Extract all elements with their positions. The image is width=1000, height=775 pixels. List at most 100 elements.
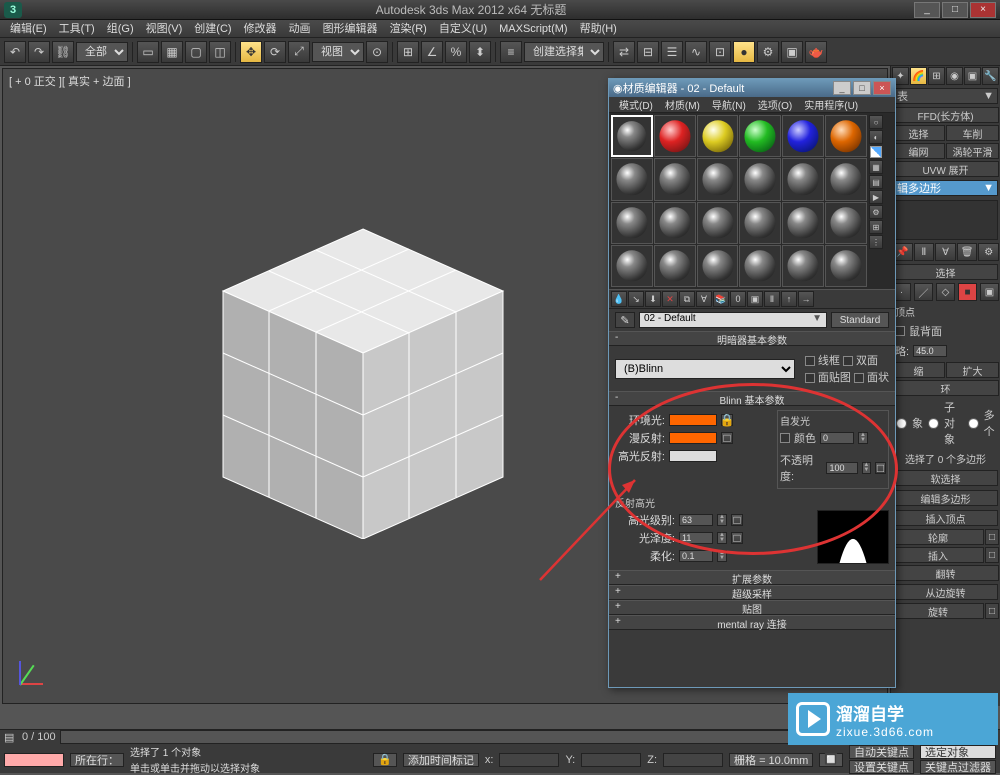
wire-check[interactable] bbox=[805, 356, 815, 366]
slot-24[interactable] bbox=[825, 245, 867, 287]
slot-3[interactable] bbox=[697, 115, 739, 157]
keyfilter-button[interactable]: 关键点过滤器 bbox=[920, 760, 996, 774]
spin-button[interactable]: 旋转 bbox=[892, 603, 984, 619]
medit-menu-utils[interactable]: 实用程序(U) bbox=[798, 97, 864, 112]
options-button[interactable]: ⚙ bbox=[869, 205, 883, 219]
put-to-scene-button[interactable]: ↘ bbox=[628, 291, 644, 307]
slot-20[interactable] bbox=[654, 245, 696, 287]
menu-create[interactable]: 创建(C) bbox=[188, 20, 237, 37]
menu-render[interactable]: 渲染(R) bbox=[384, 20, 433, 37]
hinge-button[interactable]: 从边旋转 bbox=[893, 584, 998, 600]
sel-button[interactable]: 选择 bbox=[892, 125, 945, 141]
go-forward-button[interactable]: → bbox=[798, 291, 814, 307]
turbo-button[interactable]: 涡轮平滑 bbox=[946, 143, 999, 159]
soften-spinner[interactable]: 0.1 bbox=[679, 550, 713, 562]
gloss-map[interactable]: □ bbox=[731, 532, 743, 544]
gloss-arrows[interactable]: ▲▼ bbox=[717, 532, 727, 544]
diffuse-map-button[interactable]: □ bbox=[721, 432, 733, 444]
maximize-button[interactable]: □ bbox=[942, 2, 968, 18]
modifier-stack[interactable] bbox=[893, 200, 998, 240]
redo-button[interactable]: ↷ bbox=[28, 41, 50, 63]
scope-select[interactable]: 全部 bbox=[76, 42, 128, 62]
editpoly-dropdown[interactable]: 辑多边形▼ bbox=[893, 180, 998, 196]
menu-edit[interactable]: 编辑(E) bbox=[4, 20, 53, 37]
coord-select[interactable]: 视图 bbox=[312, 42, 364, 62]
stack-remove[interactable]: 🗑 bbox=[957, 243, 978, 261]
put-to-lib-button[interactable]: 📚 bbox=[713, 291, 729, 307]
select-window-button[interactable]: ◫ bbox=[209, 41, 231, 63]
move-button[interactable]: ✥ bbox=[240, 41, 262, 63]
spinner-snap[interactable]: ⬍ bbox=[469, 41, 491, 63]
add-time-tag[interactable]: 添加时间标记 bbox=[403, 753, 479, 767]
selectionset-select[interactable]: 创建选择集 bbox=[524, 42, 604, 62]
2side-check[interactable] bbox=[843, 356, 853, 366]
ambient-lock[interactable]: 🔒 bbox=[721, 414, 733, 426]
make-preview-button[interactable]: ▶ bbox=[869, 190, 883, 204]
material-editor-window[interactable]: ◉ 材质编辑器 - 02 - Default _ □ × 模式(D) 材质(M)… bbox=[608, 78, 896, 688]
specular-swatch[interactable] bbox=[669, 450, 717, 462]
mirror-button[interactable]: ⇄ bbox=[613, 41, 635, 63]
slot-23[interactable] bbox=[782, 245, 824, 287]
expand-button[interactable]: 扩大 bbox=[946, 362, 999, 378]
lock-button[interactable]: 🔒 bbox=[373, 753, 397, 767]
medit-titlebar[interactable]: ◉ 材质编辑器 - 02 - Default _ □ × bbox=[609, 79, 895, 97]
medit-maximize[interactable]: □ bbox=[853, 81, 871, 95]
assign-button[interactable]: ⬇ bbox=[645, 291, 661, 307]
render-setup-button[interactable]: ⚙ bbox=[757, 41, 779, 63]
blinn-rollup-header[interactable]: Blinn 基本参数 bbox=[609, 392, 895, 406]
close-button[interactable]: × bbox=[970, 2, 996, 18]
outline-opt[interactable]: □ bbox=[985, 529, 999, 545]
mray-rollup-header[interactable]: mental ray 连接 bbox=[609, 616, 895, 630]
inset-opt[interactable]: □ bbox=[985, 547, 999, 563]
selection-rollup[interactable]: 选择 bbox=[893, 264, 998, 280]
editpoly-rollup[interactable]: 编辑多边形 bbox=[893, 490, 998, 506]
ffd-button[interactable]: FFD(长方体) bbox=[892, 107, 999, 123]
softsel-rollup[interactable]: 软选择 bbox=[893, 470, 998, 486]
radio-multi[interactable] bbox=[968, 418, 978, 428]
slot-17[interactable] bbox=[782, 202, 824, 244]
supersample-rollup-header[interactable]: 超级采样 bbox=[609, 586, 895, 600]
outline-button[interactable]: 轮廓 bbox=[892, 529, 984, 545]
modify-tab[interactable]: 🌈 bbox=[910, 67, 927, 85]
viewport-label[interactable]: [ + 0 正交 ][ 真实 + 边面 ] bbox=[9, 73, 131, 89]
subobj-element[interactable]: ▣ bbox=[980, 283, 999, 301]
select-rect-button[interactable]: ▢ bbox=[185, 41, 207, 63]
slot-16[interactable] bbox=[739, 202, 781, 244]
medit-menu-nav[interactable]: 导航(N) bbox=[706, 97, 752, 112]
shader-type-select[interactable]: (B)Blinn bbox=[615, 359, 795, 379]
lathe-button[interactable]: 车削 bbox=[946, 125, 999, 141]
shader-rollup-header[interactable]: 明暗器基本参数 bbox=[609, 332, 895, 346]
reset-button[interactable]: ✕ bbox=[662, 291, 678, 307]
motion-tab[interactable]: ◉ bbox=[946, 67, 963, 85]
material-editor-button[interactable]: ● bbox=[733, 41, 755, 63]
get-material-button[interactable]: 💧 bbox=[611, 291, 627, 307]
inset-button[interactable]: 插入 bbox=[892, 547, 984, 563]
slot-5[interactable] bbox=[782, 115, 824, 157]
opacity-spin-arrows[interactable]: ▲▼ bbox=[862, 462, 871, 474]
menu-graph[interactable]: 图形编辑器 bbox=[317, 20, 384, 37]
ring-button[interactable]: 环 bbox=[892, 380, 999, 396]
slot-18[interactable] bbox=[825, 202, 867, 244]
hierarchy-tab[interactable]: ⊞ bbox=[928, 67, 945, 85]
radio-subobj[interactable] bbox=[928, 418, 938, 428]
subobj-edge[interactable]: ／ bbox=[914, 283, 933, 301]
render-button[interactable]: 🫖 bbox=[805, 41, 827, 63]
make-unique-button[interactable]: ∀ bbox=[696, 291, 712, 307]
timeline-config[interactable]: ▤ bbox=[4, 731, 18, 744]
subobj-poly[interactable]: ■ bbox=[958, 283, 977, 301]
spin-opt[interactable]: □ bbox=[985, 603, 999, 619]
select-button[interactable]: ▭ bbox=[137, 41, 159, 63]
menu-group[interactable]: 组(G) bbox=[101, 20, 140, 37]
opacity-map-button[interactable]: □ bbox=[875, 462, 886, 474]
slot-21[interactable] bbox=[697, 245, 739, 287]
curve-editor-button[interactable]: ∿ bbox=[685, 41, 707, 63]
slot-6[interactable] bbox=[825, 115, 867, 157]
video-check-button[interactable]: ▤ bbox=[869, 175, 883, 189]
layer-button[interactable]: ☰ bbox=[661, 41, 683, 63]
subobj-border[interactable]: ◇ bbox=[936, 283, 955, 301]
slot-2[interactable] bbox=[654, 115, 696, 157]
maps-rollup-header[interactable]: 贴图 bbox=[609, 601, 895, 615]
speclevel-map[interactable]: □ bbox=[731, 514, 743, 526]
diffuse-swatch[interactable] bbox=[669, 432, 717, 444]
grow-button[interactable]: 缩 bbox=[892, 362, 945, 378]
